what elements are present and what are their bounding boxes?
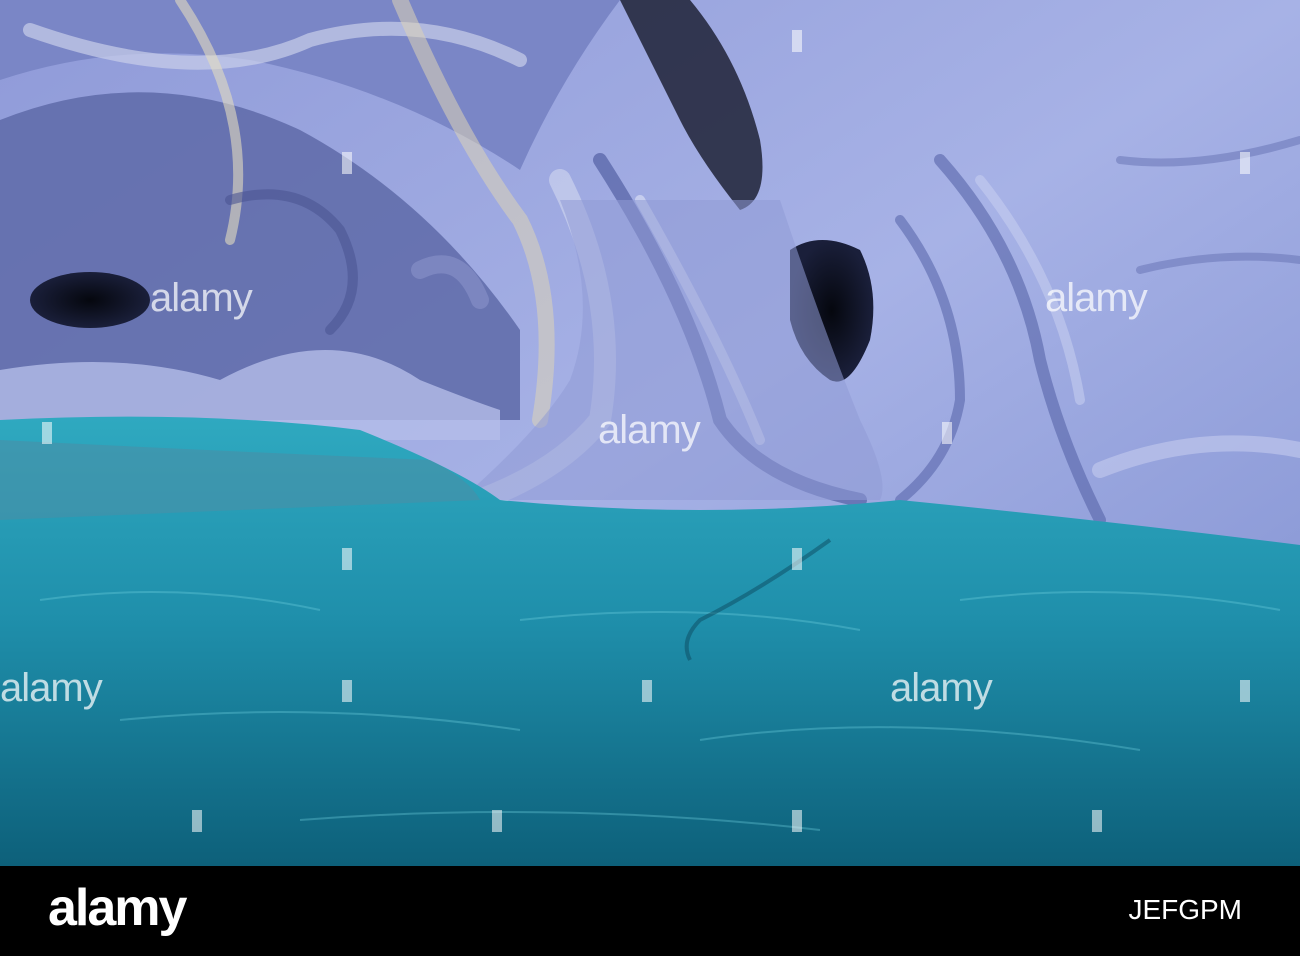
- watermark-text: alamy: [0, 666, 103, 710]
- alamy-logo: alamy: [48, 879, 187, 937]
- watermark-text: alamy: [1045, 276, 1148, 320]
- stock-photo-frame: alamy alamy alamy alamy alamy alamy JEFG…: [0, 0, 1300, 956]
- watermark-text: alamy: [150, 276, 253, 320]
- marble-cave-photo: alamy alamy alamy alamy alamy: [0, 0, 1300, 866]
- watermark-mark: [792, 810, 802, 832]
- stock-footer-bar: alamy JEFGPM: [0, 866, 1300, 956]
- watermark-mark: [1240, 680, 1250, 702]
- watermark-mark: [1240, 152, 1250, 174]
- left-cave-hole: [30, 272, 150, 328]
- watermark-text: alamy: [890, 666, 993, 710]
- watermark-mark: [942, 422, 952, 444]
- watermark-mark: [792, 548, 802, 570]
- watermark-mark: [792, 30, 802, 52]
- watermark-mark: [1092, 810, 1102, 832]
- watermark-mark: [192, 810, 202, 832]
- watermark-text: alamy: [598, 408, 701, 452]
- watermark-mark: [342, 548, 352, 570]
- watermark-mark: [42, 422, 52, 444]
- watermark-mark: [492, 810, 502, 832]
- watermark-mark: [342, 152, 352, 174]
- image-id: JEFGPM: [1128, 894, 1242, 925]
- watermark-mark: [642, 680, 652, 702]
- watermark-mark: [342, 680, 352, 702]
